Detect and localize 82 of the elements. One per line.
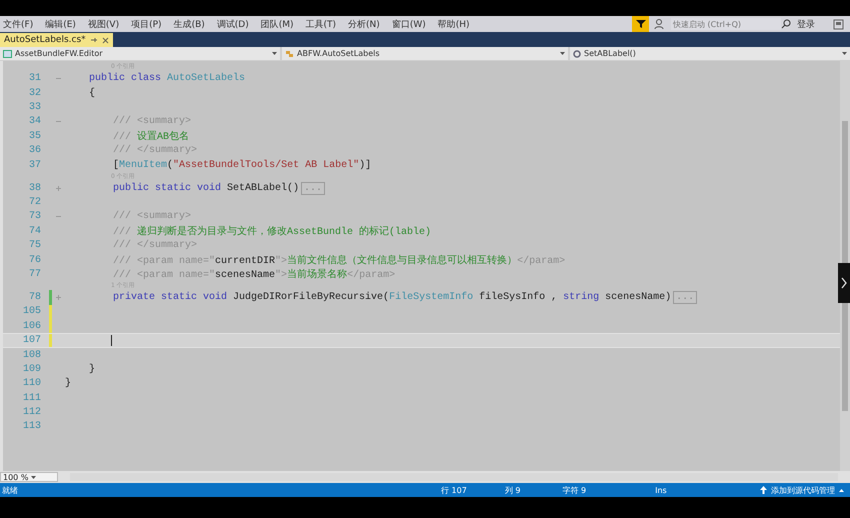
side-panel-toggle[interactable] xyxy=(838,263,850,303)
text-cursor xyxy=(111,335,112,346)
navigation-dropdown[interactable]: ABFW.AutoSetLabels xyxy=(282,47,568,60)
code-line: } xyxy=(65,378,72,390)
quick-launch-field[interactable]: 快速启动 (Ctrl+Q) xyxy=(671,18,781,30)
line-number: 73 xyxy=(28,211,41,222)
line-number: 113 xyxy=(22,421,41,432)
line-number: 109 xyxy=(22,364,41,375)
menu-item[interactable]: 编辑(E) xyxy=(39,18,82,30)
menu-item[interactable]: 生成(B) xyxy=(168,18,211,30)
menu-item[interactable]: 项目(P) xyxy=(125,18,168,30)
line-number: 74 xyxy=(28,226,41,237)
code-line: /// <param name="scenesName">当前场景名称</param> xyxy=(112,268,396,282)
line-number: 106 xyxy=(22,320,41,332)
line-number: 77 xyxy=(28,268,41,280)
line-number: 112 xyxy=(22,407,41,418)
account-icon[interactable] xyxy=(833,18,844,30)
vertical-scrollbar[interactable] xyxy=(840,61,850,471)
caret-icon xyxy=(272,52,277,55)
menu-item[interactable]: 窗口(W) xyxy=(386,18,432,30)
character-indicator: 字符 9 xyxy=(562,484,586,496)
zoom-dropdown[interactable]: 100 % xyxy=(0,472,58,482)
project-icon xyxy=(3,50,12,58)
line-number: 76 xyxy=(28,254,41,266)
status-text: 就绪 xyxy=(2,484,18,496)
code-line: /// <summary> xyxy=(112,211,192,222)
code-line: /// <param name="currentDIR">当前文件信息（文件信息与目录信息可以相互转换）</param> xyxy=(112,254,566,268)
line-number: 75 xyxy=(28,240,41,252)
source-control-button[interactable]: 添加到源代码管理 xyxy=(771,484,835,496)
close-icon[interactable] xyxy=(102,36,109,44)
search-icon[interactable] xyxy=(781,19,791,29)
code-line: /// </summary> xyxy=(112,240,198,252)
line-number: 78 xyxy=(28,292,41,303)
code-line: /// 设置AB包名 xyxy=(112,130,190,144)
line-number: 38 xyxy=(28,182,41,194)
code-line: } xyxy=(88,364,96,375)
menu-item[interactable]: 帮助(H) xyxy=(432,18,476,30)
method-icon xyxy=(573,50,581,58)
line-number: 72 xyxy=(28,197,41,208)
feedback-icon[interactable] xyxy=(654,18,666,30)
line-number: 36 xyxy=(28,145,41,156)
pin-icon[interactable] xyxy=(90,36,98,44)
line-number: 32 xyxy=(28,88,41,99)
insert-mode-indicator: Ins xyxy=(655,486,667,494)
class-icon xyxy=(285,50,294,58)
caret-icon xyxy=(560,52,565,55)
line-number: 34 xyxy=(28,116,41,128)
navigation-dropdown[interactable]: AssetBundleFW.Editor xyxy=(0,47,280,60)
line-number: 110 xyxy=(22,378,41,390)
line-number: 33 xyxy=(28,102,41,114)
filter-icon[interactable] xyxy=(632,16,649,32)
login-link[interactable]: 登录 xyxy=(797,18,815,30)
code-line: private static void JudgeDIRorFileByRecursive(FileSystemInfo fileSysInfo , string scenesName) ... xyxy=(65,292,698,303)
caret-icon xyxy=(842,52,847,55)
line-number: 105 xyxy=(22,306,41,318)
line-number: 107 xyxy=(22,335,41,346)
code-line: public class AutoSetLabels xyxy=(88,73,246,84)
caret-icon xyxy=(31,476,36,478)
line-number: 31 xyxy=(28,73,41,84)
line-number: 37 xyxy=(28,160,41,171)
caret-icon xyxy=(839,488,844,492)
line-number: 108 xyxy=(22,350,41,360)
line-number: 111 xyxy=(22,392,41,404)
code-line: [MenuItem("AssetBundelTools/Set AB Label")] xyxy=(112,160,372,171)
column-indicator: 列 9 xyxy=(504,484,520,496)
chevron-right-icon xyxy=(841,277,847,289)
line-number: 35 xyxy=(28,130,41,142)
code-line: /// <summary> xyxy=(112,116,192,128)
code-line: /// </summary> xyxy=(112,145,198,156)
menu-item[interactable]: 调试(D) xyxy=(210,18,255,30)
navigation-dropdown[interactable]: SetABLabel() xyxy=(570,47,850,60)
menu-item[interactable]: 文件(F) xyxy=(0,18,40,30)
code-line: { xyxy=(88,88,96,99)
menu-item[interactable]: 视图(V) xyxy=(82,18,126,30)
document-tab[interactable]: AutoSetLabels.cs* xyxy=(0,33,113,47)
menu-item[interactable]: 团队(M) xyxy=(254,18,300,30)
menu-item[interactable]: 分析(N) xyxy=(342,18,386,30)
code-line: /// 递归判断是否为目录与文件，修改AssetBundle 的标记(lable) xyxy=(112,224,432,238)
line-indicator: 行 107 xyxy=(441,484,467,496)
up-arrow-icon xyxy=(760,486,767,494)
code-line: public static void SetABLabel() ... xyxy=(65,182,326,194)
menu-item[interactable]: 工具(T) xyxy=(300,18,342,30)
